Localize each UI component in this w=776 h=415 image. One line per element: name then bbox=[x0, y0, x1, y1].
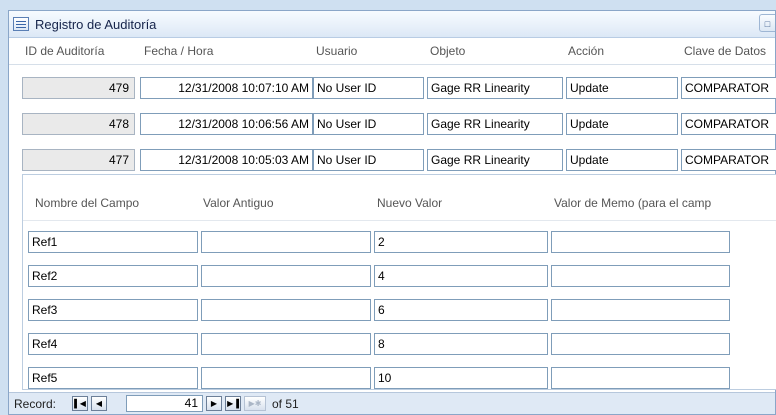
memo-value-input[interactable] bbox=[551, 333, 730, 355]
subform-row[interactable]: Ref5 10 bbox=[23, 357, 776, 391]
audit-id-field[interactable]: 477 bbox=[22, 149, 135, 171]
new-value-input[interactable]: 8 bbox=[374, 333, 548, 355]
action-field[interactable]: Update bbox=[566, 113, 678, 135]
subform-header-old-value: Valor Antiguo bbox=[203, 196, 274, 210]
datetime-field[interactable]: 12/31/2008 10:06:56 AM bbox=[140, 113, 313, 135]
new-value-input[interactable]: 6 bbox=[374, 299, 548, 321]
subform-row[interactable]: Ref3 6 bbox=[23, 289, 776, 323]
field-name-input[interactable]: Ref5 bbox=[28, 367, 198, 389]
audit-log-form: Registro de Auditoría □ ID de Auditoría … bbox=[8, 10, 776, 415]
old-value-input[interactable] bbox=[201, 265, 371, 287]
column-header-audit-id: ID de Auditoría bbox=[25, 44, 105, 58]
data-key-field[interactable]: COMPARATOR bbox=[681, 77, 776, 99]
field-name-input[interactable]: Ref2 bbox=[28, 265, 198, 287]
record-count: of 51 bbox=[272, 397, 299, 411]
title-bar: Registro de Auditoría □ bbox=[9, 11, 775, 38]
old-value-input[interactable] bbox=[201, 367, 371, 389]
record-label: Record: bbox=[14, 397, 57, 411]
field-changes-subform: Nombre del Campo Valor Antiguo Nuevo Val… bbox=[22, 174, 776, 390]
table-row[interactable]: 479 12/31/2008 10:07:10 AM No User ID Ga… bbox=[9, 65, 776, 101]
memo-value-input[interactable] bbox=[551, 367, 730, 389]
column-header-object: Objeto bbox=[430, 44, 466, 58]
last-record-icon[interactable]: ▶▐ bbox=[225, 396, 241, 411]
new-value-input[interactable]: 4 bbox=[374, 265, 548, 287]
subform-header-memo-value: Valor de Memo (para el camp bbox=[554, 196, 712, 210]
object-field[interactable]: Gage RR Linearity bbox=[427, 113, 563, 135]
old-value-input[interactable] bbox=[201, 231, 371, 253]
user-field[interactable]: No User ID bbox=[313, 149, 424, 171]
new-record-icon: ▶✱ bbox=[244, 396, 266, 411]
user-field[interactable]: No User ID bbox=[313, 77, 424, 99]
next-record-icon[interactable]: ▶ bbox=[206, 396, 222, 411]
first-record-icon[interactable]: ▌◀ bbox=[72, 396, 88, 411]
table-row[interactable]: 477 12/31/2008 10:05:03 AM No User ID Ga… bbox=[9, 137, 776, 173]
column-header-action: Acción bbox=[568, 44, 605, 58]
previous-record-icon[interactable]: ◀ bbox=[91, 396, 107, 411]
column-header-data-key: Clave de Datos bbox=[684, 44, 767, 58]
old-value-input[interactable] bbox=[201, 333, 371, 355]
window-title: Registro de Auditoría bbox=[35, 17, 157, 32]
field-name-input[interactable]: Ref1 bbox=[28, 231, 198, 253]
memo-value-input[interactable] bbox=[551, 299, 730, 321]
subform-row[interactable]: Ref1 2 bbox=[23, 221, 776, 255]
column-header-datetime: Fecha / Hora bbox=[144, 44, 214, 58]
datetime-field[interactable]: 12/31/2008 10:07:10 AM bbox=[140, 77, 313, 99]
current-record-input[interactable]: 41 bbox=[126, 395, 203, 412]
column-header-user: Usuario bbox=[316, 44, 358, 58]
memo-value-input[interactable] bbox=[551, 265, 730, 287]
data-key-field[interactable]: COMPARATOR bbox=[681, 149, 776, 171]
form-icon bbox=[13, 17, 29, 31]
action-field[interactable]: Update bbox=[566, 77, 678, 99]
table-row[interactable]: 478 12/31/2008 10:06:56 AM No User ID Ga… bbox=[9, 101, 776, 231]
record-navigation-bar: Record: ▌◀ ◀ 41 ▶ ▶▐ ▶✱ of 51 bbox=[9, 392, 775, 414]
subform-header-new-value: Nuevo Valor bbox=[377, 196, 443, 210]
old-value-input[interactable] bbox=[201, 299, 371, 321]
user-field[interactable]: No User ID bbox=[313, 113, 424, 135]
restore-button[interactable]: □ bbox=[759, 14, 775, 32]
subform-row[interactable]: Ref4 8 bbox=[23, 323, 776, 357]
audit-id-field[interactable]: 478 bbox=[22, 113, 135, 135]
action-field[interactable]: Update bbox=[566, 149, 678, 171]
field-name-input[interactable]: Ref3 bbox=[28, 299, 198, 321]
data-key-field[interactable]: COMPARATOR bbox=[681, 113, 776, 135]
object-field[interactable]: Gage RR Linearity bbox=[427, 149, 563, 171]
subform-row[interactable]: Ref2 4 bbox=[23, 255, 776, 289]
field-name-input[interactable]: Ref4 bbox=[28, 333, 198, 355]
memo-value-input[interactable] bbox=[551, 231, 730, 253]
new-value-input[interactable]: 2 bbox=[374, 231, 548, 253]
object-field[interactable]: Gage RR Linearity bbox=[427, 77, 563, 99]
subform-header-field-name: Nombre del Campo bbox=[35, 196, 140, 210]
new-value-input[interactable]: 10 bbox=[374, 367, 548, 389]
datetime-field[interactable]: 12/31/2008 10:05:03 AM bbox=[140, 149, 313, 171]
audit-id-field[interactable]: 479 bbox=[22, 77, 135, 99]
